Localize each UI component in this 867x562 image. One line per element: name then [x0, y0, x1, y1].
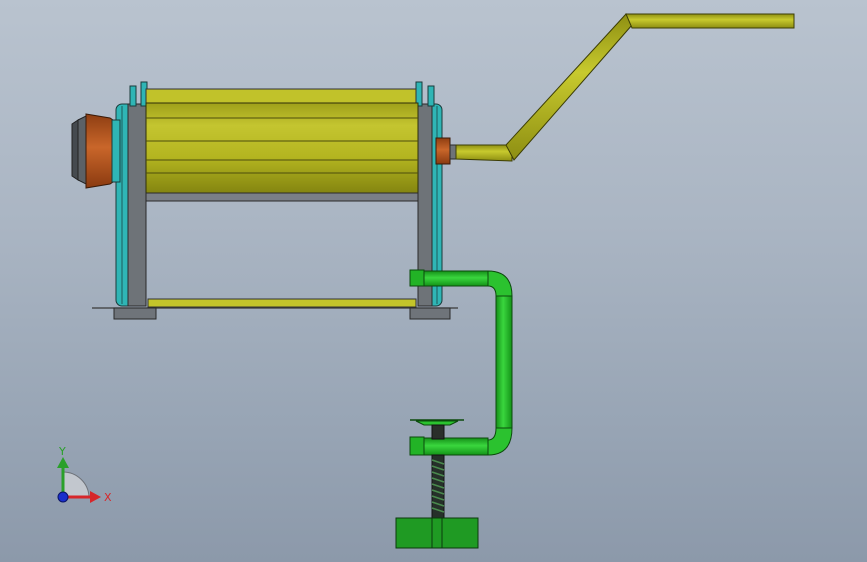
y-axis-arrowhead: [57, 457, 69, 468]
clamp-screw[interactable]: [410, 419, 464, 519]
left-end-cap[interactable]: [71, 113, 121, 189]
clamp-handle-block[interactable]: [395, 517, 479, 549]
left-frame[interactable]: [115, 81, 148, 307]
cad-viewport[interactable]: Y X: [0, 0, 867, 562]
roller-drum[interactable]: [145, 88, 419, 202]
crank-handle[interactable]: [455, 13, 795, 162]
x-axis-arrowhead: [90, 491, 101, 503]
y-axis-label: Y: [58, 445, 66, 458]
base-plate[interactable]: [92, 298, 458, 309]
right-foot[interactable]: [409, 307, 451, 320]
x-axis-label: X: [104, 491, 112, 504]
left-foot[interactable]: [113, 307, 157, 320]
reference-triad: Y X: [57, 445, 112, 504]
assembly-model[interactable]: Y X: [0, 0, 867, 562]
z-axis-dot: [57, 491, 69, 503]
